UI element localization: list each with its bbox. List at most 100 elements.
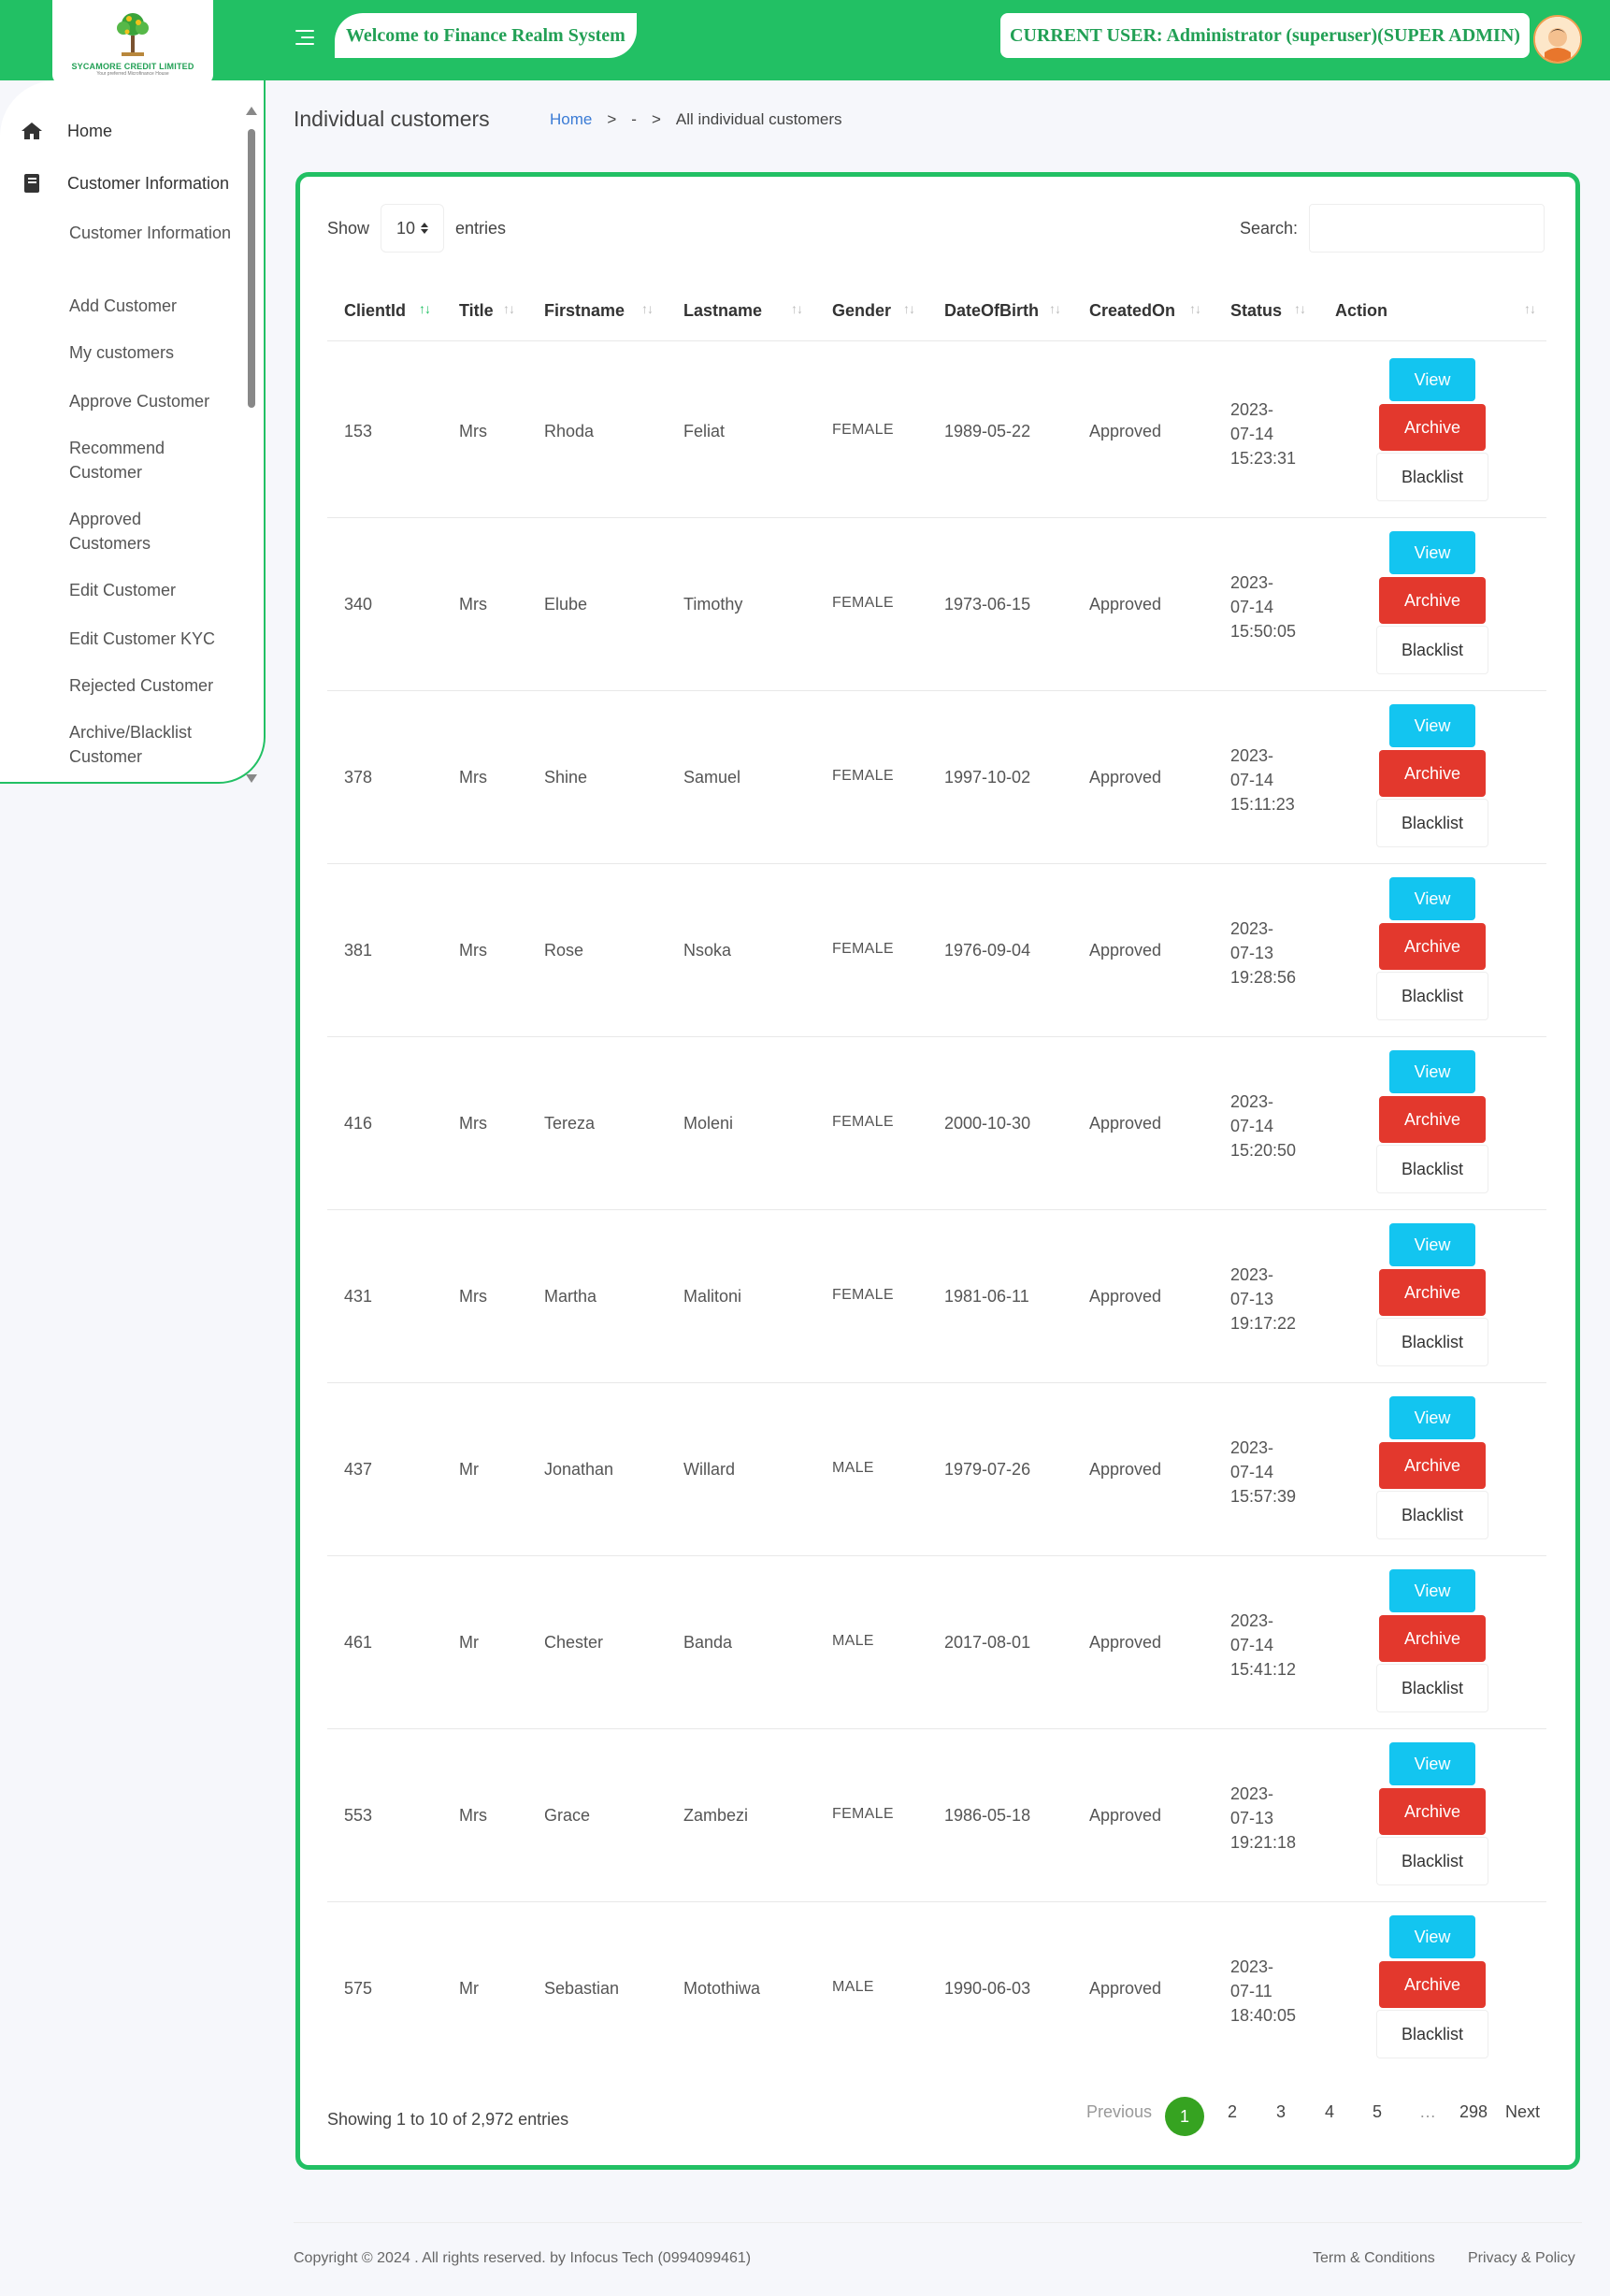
view-button[interactable]: View: [1389, 877, 1475, 920]
archive-button[interactable]: Archive: [1379, 1961, 1486, 2008]
column-header-action[interactable]: Action: [1335, 301, 1387, 321]
column-header-dateofbirth[interactable]: DateOfBirth: [944, 301, 1039, 321]
sidebar-subitem-approve-customer[interactable]: Approve Customer: [69, 389, 247, 413]
status-line: 07-14: [1230, 1635, 1274, 1654]
archive-button[interactable]: Archive: [1379, 923, 1486, 970]
sidebar-scrollbar[interactable]: [248, 129, 255, 408]
archive-button[interactable]: Archive: [1379, 1788, 1486, 1835]
cell-gender: FEMALE: [832, 421, 894, 438]
pagination-next[interactable]: Next: [1505, 2102, 1540, 2122]
sidebar-subitem-rejected-customer[interactable]: Rejected Customer: [69, 673, 247, 698]
column-header-firstname[interactable]: Firstname: [544, 301, 625, 321]
scroll-down-arrow-icon[interactable]: [246, 774, 257, 783]
sort-asc-icon[interactable]: ↑↓: [419, 301, 431, 316]
view-button[interactable]: View: [1389, 1569, 1475, 1612]
sort-icon[interactable]: ↑↓: [1189, 301, 1201, 316]
pagination-page[interactable]: 298: [1459, 2102, 1488, 2122]
blacklist-button[interactable]: Blacklist: [1376, 626, 1488, 674]
sidebar-subitem-my-customers[interactable]: My customers: [69, 340, 247, 365]
home-icon: [21, 121, 43, 141]
blacklist-button[interactable]: Blacklist: [1376, 1491, 1488, 1539]
pagination-page[interactable]: 3: [1276, 2102, 1286, 2122]
blacklist-button[interactable]: Blacklist: [1376, 1318, 1488, 1366]
sidebar-subitem-approved-customers[interactable]: Approved Customers: [69, 507, 191, 556]
archive-button[interactable]: Archive: [1379, 1269, 1486, 1316]
copyright: Copyright © 2024 . All rights reserved. …: [294, 2250, 752, 2266]
sort-icon[interactable]: ↑↓: [791, 301, 803, 316]
view-button[interactable]: View: [1389, 531, 1475, 574]
cell-clientid: 575: [344, 1978, 373, 1998]
pagination-page[interactable]: 5: [1373, 2102, 1382, 2122]
blacklist-button[interactable]: Blacklist: [1376, 1664, 1488, 1712]
column-header-status[interactable]: Status: [1230, 301, 1282, 321]
breadcrumb-current: All individual customers: [675, 110, 842, 128]
view-button[interactable]: View: [1389, 1050, 1475, 1093]
view-button[interactable]: View: [1389, 704, 1475, 747]
blacklist-button[interactable]: Blacklist: [1376, 2010, 1488, 2058]
archive-button[interactable]: Archive: [1379, 1442, 1486, 1489]
column-header-createdon[interactable]: CreatedOn: [1089, 301, 1175, 321]
blacklist-button[interactable]: Blacklist: [1376, 1837, 1488, 1885]
status-line: 07-14: [1230, 597, 1274, 616]
cell-clientid: 340: [344, 594, 373, 614]
sidebar-subitem-edit-customer-kyc[interactable]: Edit Customer KYC: [69, 627, 247, 651]
sidebar-subitem-edit-customer[interactable]: Edit Customer: [69, 578, 247, 602]
sort-icon[interactable]: ↑↓: [1524, 301, 1536, 316]
cell-dateofbirth: 1986-05-18: [944, 1805, 1031, 1825]
pagination-page-active[interactable]: 1: [1165, 2097, 1204, 2136]
search-input[interactable]: [1309, 204, 1545, 253]
sidebar-item-label: Customer Information: [67, 173, 230, 193]
archive-button[interactable]: Archive: [1379, 750, 1486, 797]
column-header-clientid[interactable]: ClientId: [344, 301, 406, 321]
page-size-select[interactable]: 10: [381, 204, 445, 253]
breadcrumb-home[interactable]: Home: [550, 110, 592, 129]
blacklist-button[interactable]: Blacklist: [1376, 972, 1488, 1020]
row-divider: [327, 863, 1546, 864]
cell-dateofbirth: 1976-09-04: [944, 940, 1031, 960]
cell-createdon: Approved: [1089, 767, 1162, 787]
logo[interactable]: SYCAMORE CREDIT LIMITED Your preferred M…: [52, 0, 213, 84]
cell-createdon: Approved: [1089, 1286, 1162, 1306]
menu-toggle-icon[interactable]: [295, 28, 316, 47]
sort-icon[interactable]: ↑↓: [1049, 301, 1061, 316]
archive-button[interactable]: Archive: [1379, 1096, 1486, 1143]
welcome-banner: Welcome to Finance Realm System: [335, 13, 637, 58]
pagination-page[interactable]: 4: [1325, 2102, 1334, 2122]
archive-button[interactable]: Archive: [1379, 577, 1486, 624]
blacklist-button[interactable]: Blacklist: [1376, 453, 1488, 501]
sidebar-subitem-recommend-customer[interactable]: Recommend Customer: [69, 436, 200, 484]
cell-clientid: 381: [344, 940, 373, 960]
status-line: 15:11:23: [1230, 794, 1295, 814]
search-label: Search:: [1240, 218, 1299, 238]
footer-divider: [294, 2222, 1582, 2223]
sidebar-subitem-add-customer[interactable]: Add Customer: [69, 294, 247, 318]
pagination-previous[interactable]: Previous: [1086, 2102, 1152, 2122]
view-button[interactable]: View: [1389, 358, 1475, 401]
user-avatar[interactable]: [1533, 15, 1582, 64]
sort-icon[interactable]: ↑↓: [503, 301, 515, 316]
archive-button[interactable]: Archive: [1379, 1615, 1486, 1662]
terms-link[interactable]: Term & Conditions: [1313, 2250, 1435, 2267]
blacklist-button[interactable]: Blacklist: [1376, 799, 1488, 847]
sort-icon[interactable]: ↑↓: [1294, 301, 1306, 316]
cell-status: 2023- 07-14 15:41:12: [1230, 1609, 1305, 1682]
column-header-gender[interactable]: Gender: [832, 301, 891, 321]
archive-button[interactable]: Archive: [1379, 404, 1486, 451]
pagination-page[interactable]: 2: [1228, 2102, 1237, 2122]
status-line: 2023-: [1230, 918, 1274, 938]
sort-icon[interactable]: ↑↓: [641, 301, 654, 316]
view-button[interactable]: View: [1389, 1223, 1475, 1266]
column-header-title[interactable]: Title: [459, 301, 494, 321]
cell-status: 2023- 07-13 19:28:56: [1230, 917, 1305, 989]
sidebar-subitem-customer-information[interactable]: Customer Information: [69, 221, 247, 245]
privacy-link[interactable]: Privacy & Policy: [1468, 2250, 1575, 2267]
sidebar-subitem-archive-blacklist[interactable]: Archive/Blacklist Customer: [69, 720, 219, 769]
blacklist-button[interactable]: Blacklist: [1376, 1145, 1488, 1193]
column-header-lastname[interactable]: Lastname: [683, 301, 762, 321]
sort-icon[interactable]: ↑↓: [903, 301, 915, 316]
pagination-ellipsis: …: [1419, 2102, 1436, 2121]
scroll-up-arrow-icon[interactable]: [246, 107, 257, 115]
view-button[interactable]: View: [1389, 1742, 1475, 1785]
view-button[interactable]: View: [1389, 1396, 1475, 1439]
view-button[interactable]: View: [1389, 1915, 1475, 1958]
